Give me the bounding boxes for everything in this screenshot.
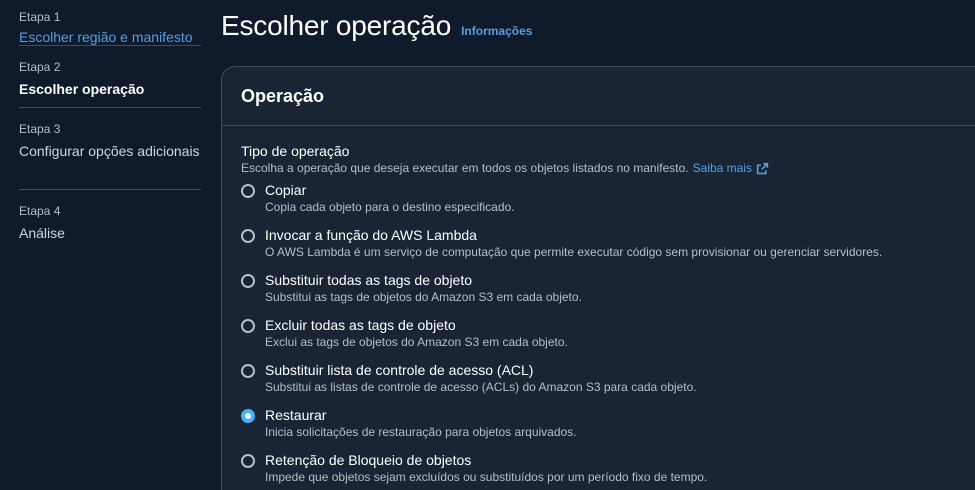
- radio-option-description: O AWS Lambda é um serviço de computação …: [265, 245, 883, 259]
- operation-type-description: Escolha a operação que deseja executar e…: [241, 160, 975, 176]
- wizard-steps-nav: Etapa 1 Escolher região e manifesto Etap…: [19, 0, 201, 243]
- radio-button[interactable]: [241, 274, 255, 288]
- external-link-icon: [756, 162, 769, 174]
- step-2-label: Etapa 2: [19, 60, 61, 74]
- radio-option-title: Substituir todas as tags de objeto: [265, 272, 473, 288]
- operation-radio-group: Copiar Copia cada objeto para o destino …: [241, 181, 975, 490]
- step-2-current-title: Escolher operação: [19, 81, 145, 97]
- page-title: Escolher operação: [221, 10, 452, 41]
- panel-body: Tipo de operação Escolha a operação que …: [222, 126, 975, 490]
- radio-option-title: Substituir lista de controle de acesso (…: [265, 362, 534, 378]
- operation-type-label: Tipo de operação: [241, 143, 350, 159]
- radio-option-delete-tags[interactable]: Excluir todas as tags de objeto Exclui a…: [241, 316, 975, 361]
- radio-option-description: Substitui as listas de controle de acess…: [265, 380, 697, 394]
- page: Etapa 1 Escolher região e manifesto Etap…: [0, 0, 975, 490]
- step-3: Etapa 3 Configurar opções adicionais: [19, 108, 201, 190]
- panel-header: Operação: [222, 67, 975, 126]
- page-header: Escolher operação Informações: [221, 10, 532, 42]
- operation-panel: Operação Tipo de operação Escolha a oper…: [221, 66, 975, 490]
- learn-more-link[interactable]: Saiba mais: [693, 160, 769, 176]
- radio-button[interactable]: [241, 184, 255, 198]
- radio-option-title: Restaurar: [265, 407, 327, 423]
- radio-button[interactable]: [241, 229, 255, 243]
- radio-option-copy[interactable]: Copiar Copia cada objeto para o destino …: [241, 181, 975, 226]
- step-3-title: Configurar opções adicionais: [19, 143, 200, 159]
- radio-button[interactable]: [241, 454, 255, 468]
- operation-type-description-text: Escolha a operação que deseja executar e…: [241, 161, 689, 175]
- radio-option-lambda[interactable]: Invocar a função do AWS Lambda O AWS Lam…: [241, 226, 975, 271]
- step-1-label: Etapa 1: [19, 10, 61, 24]
- radio-option-title: Retenção de Bloqueio de objetos: [265, 452, 472, 468]
- radio-option-replace-tags[interactable]: Substituir todas as tags de objeto Subst…: [241, 271, 975, 316]
- step-4: Etapa 4 Análise: [19, 190, 201, 243]
- radio-option-replace-acl[interactable]: Substituir lista de controle de acesso (…: [241, 361, 975, 406]
- radio-option-description: Inicia solicitações de restauração para …: [265, 425, 577, 439]
- radio-button[interactable]: [241, 364, 255, 378]
- step-2: Etapa 2 Escolher operação: [19, 46, 201, 108]
- radio-option-object-lock-retention[interactable]: Retenção de Bloqueio de objetos Impede q…: [241, 451, 975, 490]
- radio-button-selected[interactable]: [241, 409, 255, 423]
- step-4-label: Etapa 4: [19, 204, 61, 218]
- radio-option-description: Impede que objetos sejam excluídos ou su…: [265, 470, 708, 484]
- panel-title: Operação: [241, 86, 325, 106]
- step-4-title: Análise: [19, 225, 65, 241]
- radio-option-title: Invocar a função do AWS Lambda: [265, 227, 477, 243]
- radio-option-restore[interactable]: Restaurar Inicia solicitações de restaur…: [241, 406, 975, 451]
- step-1: Etapa 1 Escolher região e manifesto: [19, 0, 201, 46]
- radio-button[interactable]: [241, 319, 255, 333]
- radio-option-title: Excluir todas as tags de objeto: [265, 317, 456, 333]
- radio-option-description: Exclui as tags de objetos do Amazon S3 e…: [265, 335, 568, 349]
- step-1-link[interactable]: Escolher região e manifesto: [19, 27, 201, 47]
- radio-option-title: Copiar: [265, 182, 307, 198]
- info-link[interactable]: Informações: [461, 24, 532, 38]
- radio-option-description: Copia cada objeto para o destino especif…: [265, 200, 515, 214]
- step-3-label: Etapa 3: [19, 122, 61, 136]
- radio-option-description: Substitui as tags de objetos do Amazon S…: [265, 290, 582, 304]
- learn-more-label: Saiba mais: [692, 161, 752, 175]
